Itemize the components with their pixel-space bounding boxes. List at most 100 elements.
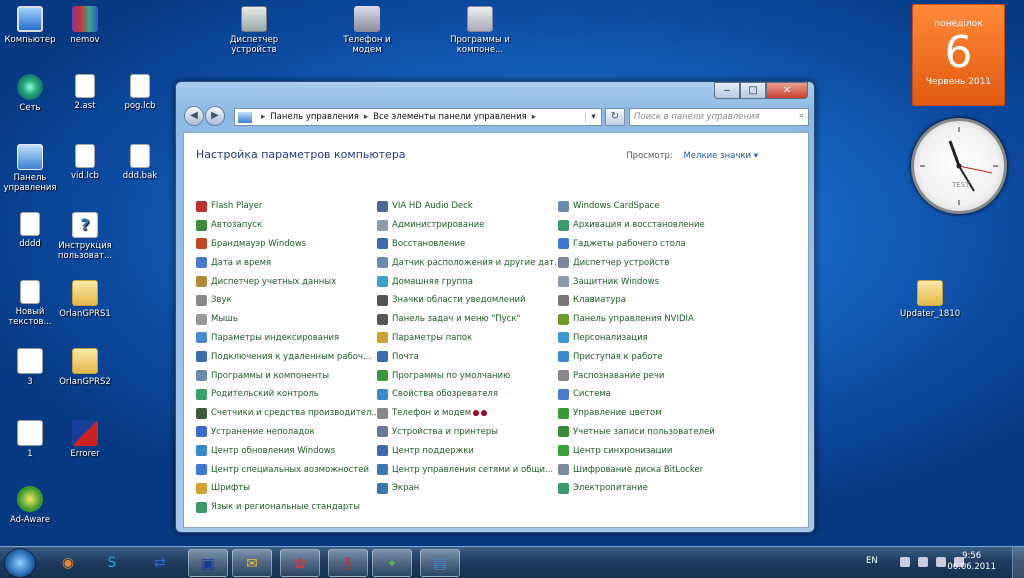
- control-panel-item[interactable]: Экран: [377, 479, 557, 498]
- language-indicator[interactable]: EN: [866, 556, 878, 566]
- control-panel-taskbar-icon[interactable]: ▤: [420, 549, 460, 577]
- desktop-icon[interactable]: dddd: [0, 212, 60, 249]
- control-panel-item[interactable]: Брандмауэр Windows: [196, 235, 376, 254]
- control-panel-item[interactable]: Панель управления NVIDIA: [558, 310, 738, 329]
- control-panel-item[interactable]: Звук: [196, 291, 376, 310]
- control-panel-item[interactable]: Мышь: [196, 310, 376, 329]
- search-input[interactable]: Поиск в панели управления ⌕: [629, 108, 809, 126]
- control-panel-item[interactable]: Персонализация: [558, 329, 738, 348]
- messenger-icon[interactable]: ✉: [232, 549, 272, 577]
- control-panel-item[interactable]: Свойства обозревателя: [377, 385, 557, 404]
- breadcrumb-all-items[interactable]: Все элементы панели управления: [373, 112, 527, 122]
- control-panel-item[interactable]: Учетные записи пользователей: [558, 423, 738, 442]
- control-panel-item[interactable]: Клавиатура: [558, 291, 738, 310]
- forward-button[interactable]: ▶: [205, 106, 225, 126]
- control-panel-item[interactable]: Восстановление: [377, 235, 557, 254]
- address-bar[interactable]: ▸ Панель управления ▸ Все элементы панел…: [234, 108, 602, 126]
- desktop-icon[interactable]: vid.lcb: [55, 144, 115, 181]
- antivirus-icon[interactable]: §: [328, 549, 368, 577]
- show-desktop-button[interactable]: [1012, 547, 1024, 578]
- desktop-icon[interactable]: 3: [0, 348, 60, 387]
- desktop-icon[interactable]: Updater_1810: [900, 280, 960, 319]
- control-panel-item[interactable]: Центр специальных возможностей: [196, 460, 376, 479]
- refresh-button[interactable]: ↻: [605, 108, 625, 126]
- control-panel-item[interactable]: Электропитание: [558, 479, 738, 498]
- start-button[interactable]: [4, 548, 36, 578]
- tray-clock[interactable]: 9:56 06.06.2011: [947, 551, 996, 573]
- control-panel-item[interactable]: Windows CardSpace: [558, 197, 738, 216]
- control-panel-item[interactable]: Центр управления сетями и общи...: [377, 460, 557, 479]
- desktop-icon[interactable]: Диспетчер устройств: [224, 6, 284, 55]
- control-panel-item[interactable]: Система: [558, 385, 738, 404]
- control-panel-item[interactable]: Устранение неполадок: [196, 423, 376, 442]
- desktop-icon[interactable]: Сеть: [0, 74, 60, 113]
- desktop-icon[interactable]: Ad-Aware: [0, 486, 60, 525]
- control-panel-item[interactable]: Администрирование: [377, 216, 557, 235]
- control-panel-item[interactable]: Язык и региональные стандарты: [196, 498, 376, 517]
- floppy-icon[interactable]: ▣: [188, 549, 228, 577]
- control-panel-item[interactable]: Почта: [377, 347, 557, 366]
- desktop-icon[interactable]: pog.lcb: [110, 74, 170, 111]
- control-panel-item[interactable]: Управление цветом: [558, 404, 738, 423]
- clock-gadget[interactable]: TEST: [911, 118, 1007, 214]
- desktop-icon[interactable]: ddd.bak: [110, 144, 170, 181]
- control-panel-item[interactable]: Дата и время: [196, 253, 376, 272]
- control-panel-item[interactable]: Панель задач и меню "Пуск": [377, 310, 557, 329]
- tray-arrow-icon[interactable]: [900, 557, 910, 567]
- control-panel-item[interactable]: VIA HD Audio Deck: [377, 197, 557, 216]
- desktop-icon[interactable]: Телефон и модем: [337, 6, 397, 55]
- desktop-icon[interactable]: Errorer: [55, 420, 115, 459]
- skype-icon[interactable]: S: [92, 549, 132, 577]
- control-panel-item[interactable]: Гаджеты рабочего стола: [558, 235, 738, 254]
- desktop-icon[interactable]: Новый текстов...: [0, 280, 60, 327]
- control-panel-window[interactable]: ‒ □ ✕ ◀ ▶ ▸ Панель управления ▸ Все элем…: [175, 81, 815, 533]
- control-panel-item[interactable]: Центр поддержки: [377, 441, 557, 460]
- desktop-icon[interactable]: OrlanGPRS2: [55, 348, 115, 387]
- desktop-icon[interactable]: nemov: [55, 6, 115, 45]
- back-button[interactable]: ◀: [184, 106, 204, 126]
- control-panel-item[interactable]: Значки области уведомлений: [377, 291, 557, 310]
- desktop-icon[interactable]: Программы и компоне...: [450, 6, 510, 55]
- search-icon[interactable]: ⌕: [799, 111, 804, 121]
- desktop-icon[interactable]: Компьютер: [0, 6, 60, 45]
- control-panel-item[interactable]: Диспетчер учетных данных: [196, 272, 376, 291]
- control-panel-item[interactable]: Шрифты: [196, 479, 376, 498]
- control-panel-item[interactable]: Параметры индексирования: [196, 329, 376, 348]
- control-panel-item[interactable]: Устройства и принтеры: [377, 423, 557, 442]
- control-panel-item[interactable]: Счетчики и средства производител...: [196, 404, 380, 423]
- maximize-button[interactable]: □: [740, 82, 766, 99]
- breadcrumb-control-panel[interactable]: Панель управления: [270, 112, 359, 122]
- desktop-icon[interactable]: ? Инструкция пользоват...: [55, 212, 115, 261]
- tray-flag-icon[interactable]: [918, 557, 928, 567]
- control-panel-item[interactable]: Центр обновления Windows: [196, 441, 376, 460]
- control-panel-item[interactable]: Автозапуск: [196, 216, 376, 235]
- desktop-icon[interactable]: 1: [0, 420, 60, 459]
- control-panel-item[interactable]: Программы и компоненты: [196, 366, 376, 385]
- control-panel-item[interactable]: Распознавание речи: [558, 366, 738, 385]
- app-icon[interactable]: ✦: [372, 549, 412, 577]
- control-panel-item[interactable]: Диспетчер устройств: [558, 253, 738, 272]
- view-mode-dropdown[interactable]: Мелкие значки ▾: [683, 151, 758, 161]
- teamviewer-icon[interactable]: ⇄: [140, 549, 180, 577]
- firefox-icon[interactable]: ◉: [48, 549, 88, 577]
- tray-network-icon[interactable]: [936, 557, 946, 567]
- control-panel-item[interactable]: Телефон и модем: [377, 404, 557, 423]
- control-panel-item[interactable]: Центр синхронизации: [558, 441, 738, 460]
- minimize-button[interactable]: ‒: [714, 82, 740, 99]
- control-panel-item[interactable]: Датчик расположения и другие дат...: [377, 253, 562, 272]
- control-panel-item[interactable]: Приступая к работе: [558, 347, 738, 366]
- control-panel-item[interactable]: Программы по умолчанию: [377, 366, 557, 385]
- control-panel-item[interactable]: Защитник Windows: [558, 272, 738, 291]
- control-panel-item[interactable]: Родительский контроль: [196, 385, 376, 404]
- control-panel-item[interactable]: Flash Player: [196, 197, 376, 216]
- control-panel-item[interactable]: Параметры папок: [377, 329, 557, 348]
- calendar-gadget[interactable]: понеділок 6 Червень 2011: [912, 4, 1005, 106]
- control-panel-item[interactable]: Архивация и восстановление: [558, 216, 738, 235]
- desktop-icon[interactable]: 2.ast: [55, 74, 115, 111]
- address-dropdown-icon[interactable]: ▾: [585, 112, 601, 122]
- desktop-icon[interactable]: OrlanGPRS1: [55, 280, 115, 319]
- desktop-icon[interactable]: Панель управления: [0, 144, 60, 193]
- control-panel-item[interactable]: Шифрование диска BitLocker: [558, 460, 738, 479]
- picasa-icon[interactable]: ✿: [280, 549, 320, 577]
- close-button[interactable]: ✕: [766, 82, 808, 99]
